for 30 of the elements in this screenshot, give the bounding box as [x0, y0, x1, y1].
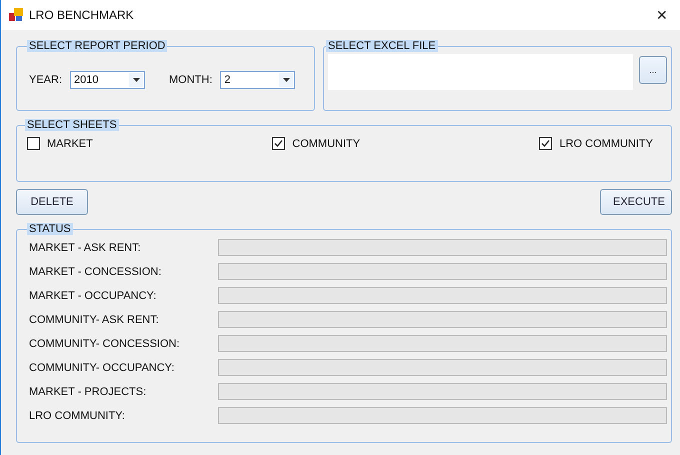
checkbox[interactable]: [272, 137, 286, 150]
year-label: YEAR:: [29, 74, 62, 86]
status-label: MARKET - OCCUPANCY:: [29, 290, 158, 302]
checkbox-label: COMMUNITY: [292, 138, 360, 150]
browse-button[interactable]: ...: [639, 56, 667, 84]
month-dropdown[interactable]: 2: [220, 71, 296, 89]
status-label: MARKET - PROJECTS:: [29, 386, 148, 398]
status-label: COMMUNITY- OCCUPANCY:: [29, 362, 176, 374]
checkbox[interactable]: [27, 137, 40, 150]
status-label: COMMUNITY- CONCESSION:: [29, 338, 181, 350]
year-dropdown[interactable]: 2010: [70, 71, 146, 89]
execute-button[interactable]: EXECUTE: [600, 189, 672, 215]
month-label: MONTH:: [169, 74, 212, 86]
status-label: COMMUNITY- ASK RENT:: [29, 314, 160, 326]
checkbox[interactable]: [539, 137, 552, 150]
close-button[interactable]: ✕: [644, 7, 680, 23]
group-title: SELECT EXCEL FILE: [326, 40, 438, 52]
checkbox-label: MARKET: [47, 138, 93, 150]
group-title: SELECT SHEETS: [25, 119, 119, 131]
checkbox-label: LRO COMMUNITY: [559, 138, 653, 150]
group-title: SELECT REPORT PERIOD: [27, 40, 168, 52]
status-label: MARKET - ASK RENT:: [29, 242, 142, 254]
status-label: LRO COMMUNITY:: [29, 410, 126, 422]
group-title: STATUS: [27, 223, 73, 235]
dropdown-arrow-icon: [132, 78, 140, 82]
dropdown-arrow-icon: [282, 78, 290, 82]
delete-button[interactable]: DELETE: [16, 189, 88, 215]
window-title: LRO BENCHMARK: [29, 8, 135, 22]
app-icon: [9, 8, 23, 22]
status-label: MARKET - CONCESSION:: [29, 266, 162, 278]
